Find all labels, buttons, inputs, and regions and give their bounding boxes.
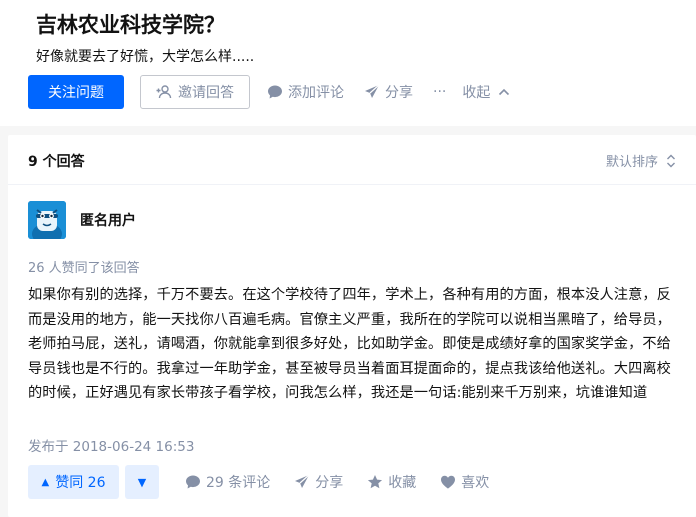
published-time[interactable]: 发布于 2018-06-24 16:53 xyxy=(28,435,194,455)
collect-label: 收藏 xyxy=(388,475,417,491)
invite-answer-label: 邀请回答 xyxy=(178,85,234,101)
question-actions: 关注问题 邀请回答 添加评论 分享 ··· 收起 xyxy=(28,75,510,109)
sort-icon xyxy=(666,154,676,168)
anonymous-avatar-icon[interactable] xyxy=(28,201,66,239)
answers-card: 9 个回答 默认排序 匿名用户 26 人赞同了该回答 如果你有别的选择，千万不要… xyxy=(8,135,696,517)
comments-button[interactable]: 29 条评论 xyxy=(185,472,270,492)
answer-content: 如果你有别的选择，千万不要去。在这个学校待了四年，学术上，各种有用的方面，根本没… xyxy=(28,287,671,401)
share-question-label: 分享 xyxy=(385,85,413,101)
share-answer-label: 分享 xyxy=(315,475,344,491)
add-comment-button[interactable]: 添加评论 xyxy=(267,82,344,102)
star-icon xyxy=(367,474,383,490)
upvote-label: 赞同 26 xyxy=(55,475,106,491)
collapse-button[interactable]: 收起 xyxy=(462,82,510,102)
answers-header: 9 个回答 默认排序 xyxy=(8,135,696,185)
answer-count: 9 个回答 xyxy=(28,154,85,170)
paper-plane-icon xyxy=(364,84,380,100)
heart-icon xyxy=(440,474,456,490)
upvote-button[interactable]: ▲ 赞同 26 xyxy=(28,465,119,499)
question-title: 吉林农业科技学院？ xyxy=(36,13,225,37)
share-answer-button[interactable]: 分享 xyxy=(294,472,343,492)
author-name: 匿名用户 xyxy=(80,213,136,229)
collapse-label: 收起 xyxy=(462,85,491,101)
chevron-up-icon xyxy=(498,87,510,97)
add-user-icon xyxy=(156,85,172,99)
question-detail: 好像就要去了好慌，大学怎么样..... xyxy=(36,49,255,65)
downvote-button[interactable]: ▼ xyxy=(125,465,159,499)
comment-icon xyxy=(267,84,283,100)
paper-plane-icon xyxy=(294,474,310,490)
more-options-button[interactable]: ··· xyxy=(433,84,446,100)
comment-icon xyxy=(185,474,201,490)
comments-label: 29 条评论 xyxy=(206,475,271,491)
question-header: 吉林农业科技学院？ 好像就要去了好慌，大学怎么样..... 关注问题 邀请回答 … xyxy=(0,0,696,126)
add-comment-label: 添加评论 xyxy=(288,85,344,101)
sort-label: 默认排序 xyxy=(605,155,658,170)
triangle-up-icon: ▲ xyxy=(41,476,50,488)
like-label: 喜欢 xyxy=(461,475,490,491)
follow-question-button[interactable]: 关注问题 xyxy=(28,75,124,109)
like-button[interactable]: 喜欢 xyxy=(440,472,489,492)
answer-actions: ▲ 赞同 26 ▼ 29 条评论 分享 收藏 喜欢 xyxy=(28,465,489,499)
triangle-down-icon: ▼ xyxy=(137,475,147,489)
sort-toggle[interactable]: 默认排序 xyxy=(606,151,676,170)
invite-answer-button[interactable]: 邀请回答 xyxy=(140,75,250,109)
share-question-button[interactable]: 分享 xyxy=(364,82,413,102)
vote-summary: 26 人赞同了该回答 xyxy=(28,261,140,276)
collect-button[interactable]: 收藏 xyxy=(367,472,416,492)
